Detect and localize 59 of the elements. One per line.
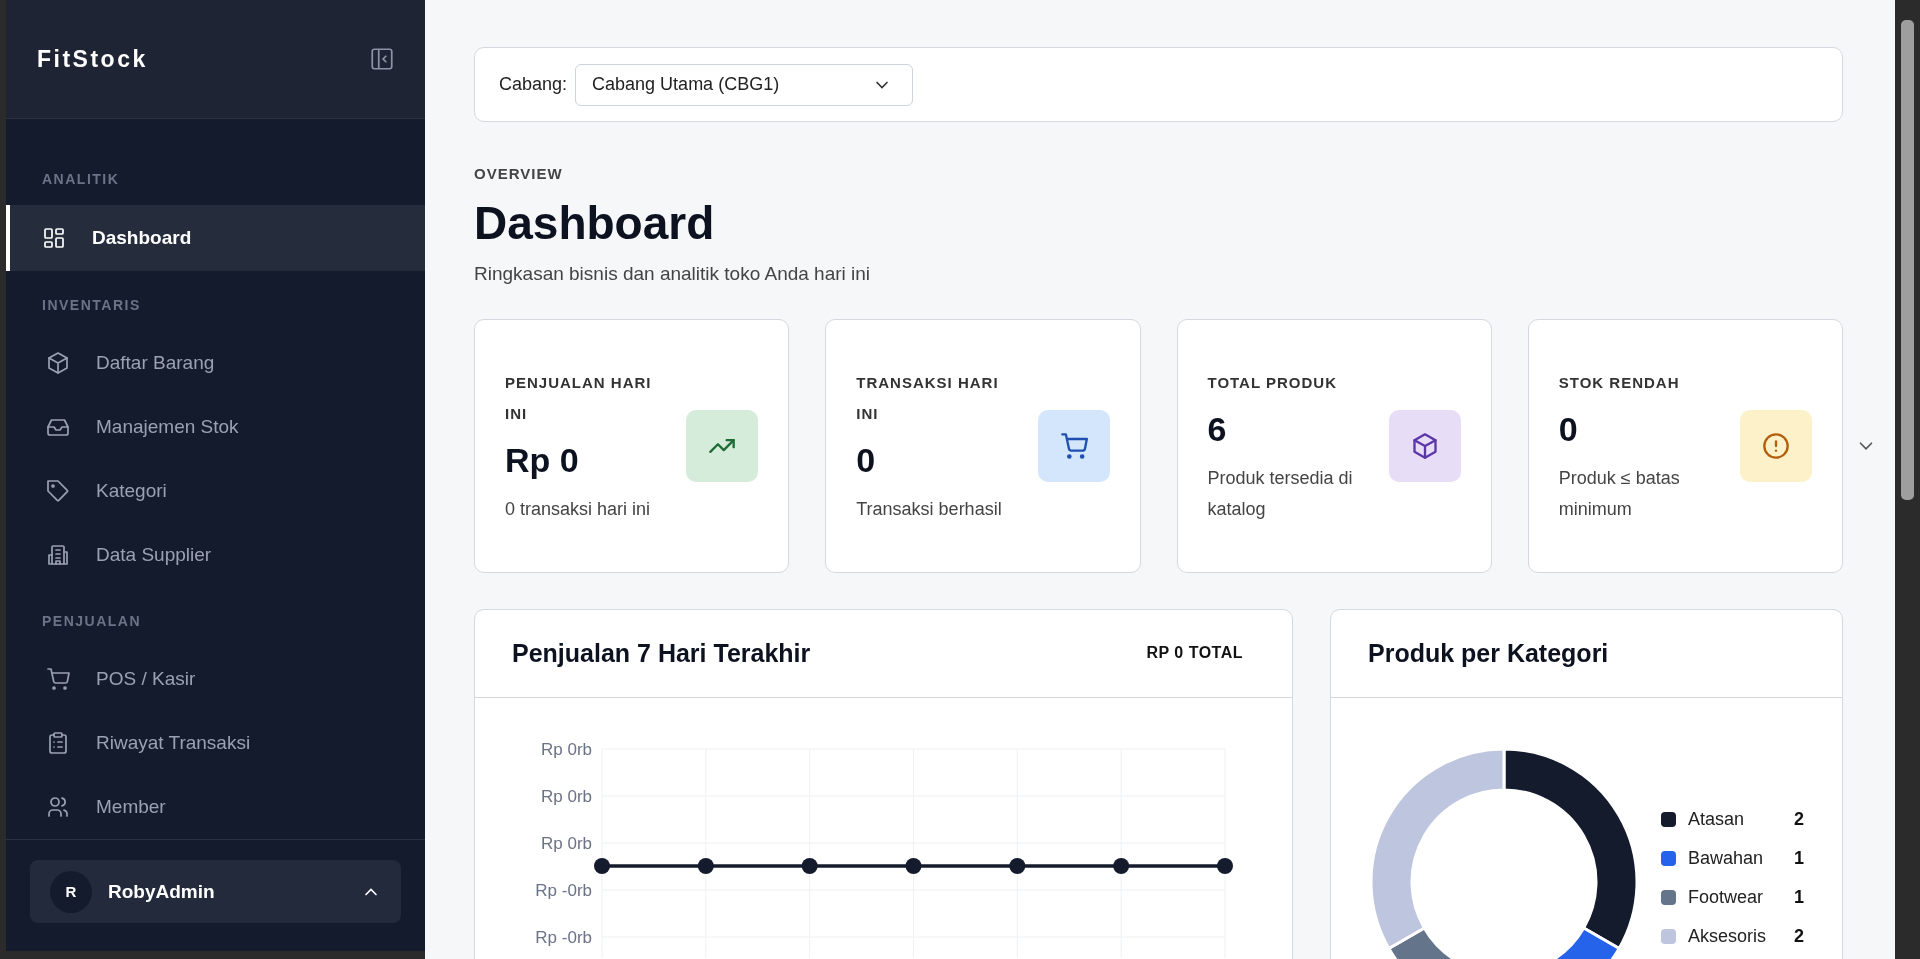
stat-label: TOTAL PRODUK bbox=[1207, 372, 1338, 393]
stat-note: Produk ≤ batas minimum bbox=[1558, 466, 1681, 521]
cart-icon bbox=[46, 667, 70, 691]
y-axis-label: Rp -0rb bbox=[535, 880, 592, 900]
nav-item[interactable]: Daftar Barang bbox=[6, 331, 425, 395]
legend-count: 1 bbox=[1793, 847, 1804, 869]
page-title: Dashboard bbox=[474, 198, 716, 249]
nav-item[interactable]: POS / Kasir bbox=[6, 647, 425, 711]
nav-item[interactable]: Member bbox=[6, 775, 425, 839]
page-subtitle: Ringkasan bisnis dan analitik toko Anda hari ini bbox=[474, 262, 872, 285]
stat-note: Produk tersedia di katalog bbox=[1207, 466, 1354, 521]
nav-item[interactable]: Manajemen Stok bbox=[6, 395, 425, 459]
legend-label: Footwear bbox=[1688, 886, 1765, 908]
stat-value: 6 bbox=[1207, 409, 1228, 449]
nav-item[interactable]: Riwayat Transaksi bbox=[6, 711, 425, 775]
stat-value: Rp 0 bbox=[505, 440, 580, 480]
page-eyebrow: OVERVIEW bbox=[474, 165, 564, 182]
nav-item[interactable]: Data Supplier bbox=[6, 523, 425, 587]
sidebar-collapse-icon[interactable] bbox=[369, 46, 395, 72]
legend-label: Bawahan bbox=[1688, 847, 1765, 869]
cube-icon bbox=[46, 351, 70, 375]
user-menu[interactable]: R RobyAdmin bbox=[30, 860, 401, 923]
trending-up-icon bbox=[686, 409, 759, 482]
building-icon bbox=[46, 543, 70, 567]
legend-label: Atasan bbox=[1688, 808, 1746, 830]
brand-logo: FitStock bbox=[37, 45, 148, 73]
tag-icon bbox=[46, 479, 70, 503]
section-label: PENJUALAN bbox=[41, 613, 143, 631]
legend-count: 2 bbox=[1793, 808, 1804, 830]
legend-label: Aksesoris bbox=[1688, 925, 1768, 947]
section-label: INVENTARIS bbox=[41, 297, 142, 315]
chart-title: Produk per Kategori bbox=[1368, 638, 1609, 668]
legend-count: 2 bbox=[1793, 925, 1804, 947]
y-axis-label: Rp 0rb bbox=[540, 786, 592, 806]
nav-item[interactable]: Dashboard bbox=[6, 205, 425, 271]
branch-select[interactable]: Cabang Utama (CBG1) bbox=[575, 63, 914, 106]
stat-note: Transaksi berhasil bbox=[856, 497, 1003, 521]
stat-label: STOK RENDAH bbox=[1558, 372, 1681, 393]
avatar: R bbox=[50, 870, 92, 913]
dashboard-grid-icon bbox=[42, 226, 66, 250]
cube-icon bbox=[1388, 409, 1461, 482]
branch-label: Cabang: bbox=[499, 74, 568, 95]
y-axis-label: Rp 0rb bbox=[540, 739, 592, 759]
nav-item[interactable]: Kategori bbox=[6, 459, 425, 523]
legend-count: 1 bbox=[1793, 886, 1804, 908]
chart-title: Penjualan 7 Hari Terakhir bbox=[512, 638, 811, 668]
y-axis-label: Rp 0rb bbox=[540, 833, 592, 853]
stat-note: 0 transaksi hari ini bbox=[505, 497, 652, 521]
cart-icon bbox=[1037, 409, 1110, 482]
y-axis-label: Rp -0rb bbox=[535, 927, 592, 947]
stat-label: TRANSAKSI HARI INI bbox=[856, 372, 1000, 424]
stat-value: 0 bbox=[1558, 409, 1579, 449]
section-label: ANALITIK bbox=[41, 171, 121, 189]
clipboard-icon bbox=[46, 731, 70, 755]
chart-total: RP 0 TOTAL bbox=[1146, 644, 1243, 663]
users-icon bbox=[46, 795, 70, 819]
user-name: RobyAdmin bbox=[108, 880, 216, 903]
stat-value: 0 bbox=[856, 440, 877, 480]
stat-label: PENJUALAN HARI INI bbox=[505, 372, 653, 424]
